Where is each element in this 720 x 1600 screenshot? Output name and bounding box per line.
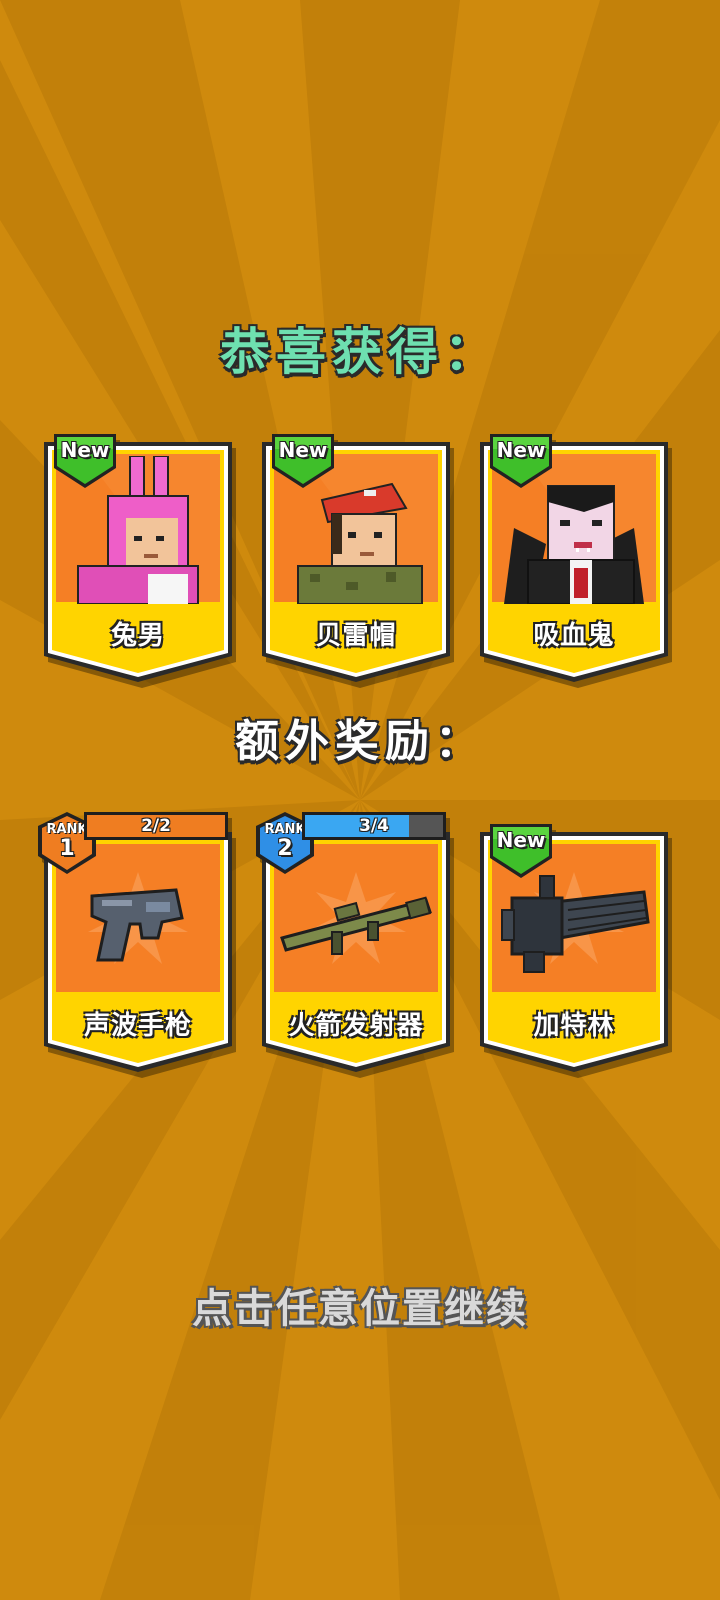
rewards-title: 恭喜获得： bbox=[220, 323, 500, 381]
new-badge: New bbox=[490, 824, 552, 880]
new-badge-text: New bbox=[496, 438, 546, 462]
progress-text: 2/2 bbox=[141, 816, 171, 836]
new-badge: New bbox=[272, 434, 334, 490]
reward-card-vampire[interactable]: New 吸血鬼 bbox=[480, 434, 668, 682]
new-badge: New bbox=[490, 434, 552, 490]
bonus-name: 火箭发射器 bbox=[288, 1011, 424, 1041]
bonus-name: 加特林 bbox=[533, 1011, 615, 1041]
upgrade-progress-bar: 3/4 bbox=[302, 812, 446, 840]
bonus-name: 声波手枪 bbox=[83, 1011, 192, 1041]
reward-name: 贝雷帽 bbox=[315, 621, 397, 651]
bonus-card-sonic-pistol[interactable]: RANK 1 2/2 声波手枪 bbox=[38, 812, 232, 1072]
new-badge-text: New bbox=[60, 438, 110, 462]
reward-card-bunny-man[interactable]: New 兔男 bbox=[44, 434, 232, 682]
upgrade-progress-bar: 2/2 bbox=[84, 812, 228, 840]
reward-name: 吸血鬼 bbox=[533, 621, 615, 651]
bonus-card-gatling[interactable]: New 加特林 bbox=[480, 824, 668, 1072]
new-badge-text: New bbox=[496, 828, 546, 852]
reward-card-beret[interactable]: New 贝雷帽 bbox=[262, 434, 450, 682]
new-badge-text: New bbox=[278, 438, 328, 462]
bonus-card-rocket-launcher[interactable]: RANK 2 3/4 火箭发射器 bbox=[256, 812, 450, 1072]
reward-name: 兔男 bbox=[110, 621, 165, 651]
tap-to-continue-hint[interactable]: 点击任意位置继续 bbox=[0, 1276, 720, 1334]
progress-text: 3/4 bbox=[359, 816, 389, 836]
bonus-rewards-title: 额外奖励： bbox=[235, 716, 485, 767]
new-badge: New bbox=[54, 434, 116, 490]
sunburst-background bbox=[0, 0, 720, 1600]
